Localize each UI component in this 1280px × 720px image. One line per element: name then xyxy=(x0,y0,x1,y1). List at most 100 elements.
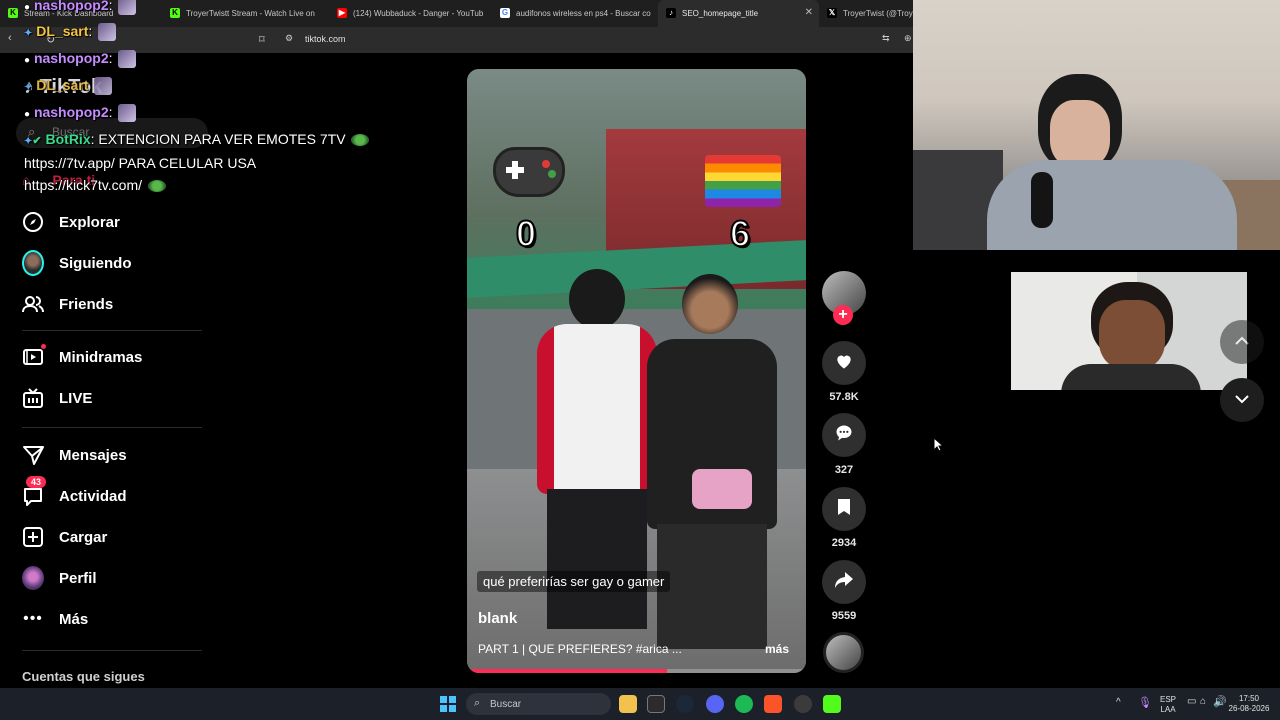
video-description: PART 1 | QUE PREFIERES? #arica ... xyxy=(478,642,682,656)
emote-icon xyxy=(351,134,370,147)
sidebar-item-actividad[interactable]: 43 Actividad xyxy=(22,476,127,508)
next-video-button[interactable] xyxy=(1220,378,1264,422)
back-icon[interactable]: ‹ xyxy=(8,32,12,44)
chevron-down-icon xyxy=(1234,391,1250,409)
sidebar-item-friends[interactable]: Friends xyxy=(22,292,113,316)
chat-text: : xyxy=(108,104,113,120)
windows-taskbar: ⌕ Buscar ^ 🎙 ESP LAA ▭ ⌂ 🔊 17:50 26-08-2… xyxy=(0,688,1280,720)
obs-icon[interactable] xyxy=(794,695,812,713)
file-explorer-icon[interactable] xyxy=(619,695,637,713)
video-progress-bar[interactable] xyxy=(467,669,806,673)
comment-button[interactable] xyxy=(822,413,866,457)
nav-label: Cargar xyxy=(59,528,108,546)
right-score: 6 xyxy=(729,212,751,255)
share-count: 9559 xyxy=(831,610,857,622)
emote-icon xyxy=(118,104,137,123)
tab-label: SEO_homepage_title xyxy=(682,9,759,18)
like-button[interactable] xyxy=(822,341,866,385)
live-tv-icon xyxy=(22,387,44,409)
chat-text: : xyxy=(108,0,113,13)
friends-icon xyxy=(22,293,44,315)
nav-label: Mensajes xyxy=(59,446,127,464)
nav-label: Perfil xyxy=(59,569,97,587)
video-player[interactable]: 0 6 qué preferirías ser gay o gamer blan… xyxy=(467,69,806,673)
browser-tab-bar: K Stream - Kick Dashboard K TroyerTwistt… xyxy=(0,0,913,27)
verified-icon: ✔ xyxy=(32,135,42,147)
chevron-up-icon xyxy=(1234,333,1250,351)
music-disc-avatar[interactable] xyxy=(823,632,864,673)
chat-message: https://kick7tv.com/ xyxy=(24,177,166,193)
clock[interactable]: 17:50 26-08-2026 xyxy=(1224,694,1274,714)
share-button[interactable] xyxy=(822,560,866,604)
following-accounts-title: Cuentas que sigues xyxy=(22,669,145,684)
steam-icon[interactable] xyxy=(676,695,694,713)
clock-time: 17:50 xyxy=(1238,694,1260,703)
follow-plus-icon[interactable]: + xyxy=(833,305,853,325)
epic-games-icon[interactable] xyxy=(647,695,665,713)
tab-tiktok[interactable]: ♪ SEO_homepage_title ✕ xyxy=(658,0,819,27)
previous-video-button[interactable] xyxy=(1220,320,1264,364)
tab-label: audifonos wireless en ps4 - Buscar co xyxy=(516,9,651,18)
chat-username: BotRix xyxy=(45,131,91,147)
taskbar-search[interactable]: ⌕ Buscar xyxy=(466,693,611,715)
sidebar-item-minidramas[interactable]: Minidramas xyxy=(22,344,142,369)
zoom-icon[interactable]: ⊕ xyxy=(904,33,912,44)
bookmark-icon[interactable]: ⌑ xyxy=(259,33,265,46)
chat-badge-icon: ● xyxy=(24,2,31,13)
sidebar-item-cargar[interactable]: Cargar xyxy=(22,525,107,549)
language-indicator[interactable]: ESP LAA xyxy=(1158,695,1178,715)
nav-label: LIVE xyxy=(59,389,93,407)
bookmark-icon xyxy=(836,498,852,521)
tab-label: TroyerTwist (@Troy xyxy=(843,9,913,18)
profile-avatar-icon xyxy=(22,566,44,590)
close-icon[interactable]: ✕ xyxy=(805,7,813,18)
avatar-icon xyxy=(22,250,44,276)
brave-icon[interactable] xyxy=(764,695,782,713)
chat-username: nashopop2 xyxy=(33,0,109,13)
sidebar-item-live[interactable]: LIVE xyxy=(22,386,92,410)
sidebar-divider xyxy=(22,427,202,428)
microphone-icon[interactable]: 🎙 xyxy=(1138,696,1152,709)
sidebar-item-siguiendo[interactable]: Siguiendo xyxy=(22,250,132,276)
chat-badge-icon: ✦ xyxy=(24,82,33,93)
network-icon[interactable]: ⌂ xyxy=(1200,696,1206,707)
mouse-cursor-icon xyxy=(933,436,945,457)
comment-count: 327 xyxy=(834,464,854,476)
send-icon xyxy=(22,444,44,466)
comment-icon xyxy=(834,423,854,448)
tab-youtube[interactable]: ▶ (124) Wubbaduck - Danger - YouTub xyxy=(329,0,492,27)
chat-badge-icon: ● xyxy=(24,55,31,66)
more-icon: ••• xyxy=(23,610,43,627)
chevron-up-icon[interactable]: ^ xyxy=(1116,697,1121,708)
save-count: 2934 xyxy=(831,537,857,549)
keyboard-layout: LAA xyxy=(1160,705,1176,714)
display-icon[interactable]: ▭ xyxy=(1187,696,1196,707)
sidebar-item-explorar[interactable]: Explorar xyxy=(22,210,120,234)
google-icon: G xyxy=(500,8,510,18)
translate-icon[interactable]: ⇆ xyxy=(882,33,890,44)
nav-label: Siguiendo xyxy=(59,254,132,272)
kick-icon: K xyxy=(170,8,180,18)
save-button[interactable] xyxy=(822,487,866,531)
windows-start-icon[interactable] xyxy=(440,696,456,712)
tab-google-search[interactable]: G audifonos wireless en ps4 - Buscar co xyxy=(492,0,658,27)
tab-x-profile[interactable]: 𝕏 TroyerTwist (@Troy xyxy=(819,0,913,27)
tab-label: (124) Wubbaduck - Danger - YouTub xyxy=(353,9,484,18)
url-input[interactable]: tiktok.com xyxy=(305,34,346,44)
spotify-icon[interactable] xyxy=(735,695,753,713)
video-author[interactable]: blank xyxy=(478,610,517,627)
discord-icon[interactable] xyxy=(706,695,724,713)
chat-text: https://7tv.app/ PARA CELULAR USA xyxy=(24,155,257,171)
sidebar-item-mensajes[interactable]: Mensajes xyxy=(22,443,127,467)
chat-text: : xyxy=(88,23,93,39)
sidebar-item-perfil[interactable]: Perfil xyxy=(22,566,97,590)
sidebar-item-mas[interactable]: ••• Más xyxy=(22,607,88,631)
sidebar-divider xyxy=(22,330,202,331)
webcam-streamer xyxy=(913,0,1280,250)
site-info-icon[interactable]: ⚙ xyxy=(285,33,293,44)
more-link[interactable]: más xyxy=(765,642,789,656)
kick-icon[interactable] xyxy=(823,695,841,713)
chat-username: DL_sart xyxy=(36,77,89,93)
video-progress-fill xyxy=(467,669,667,673)
tab-kick-stream[interactable]: K TroyerTwistt Stream - Watch Live on xyxy=(162,0,329,27)
